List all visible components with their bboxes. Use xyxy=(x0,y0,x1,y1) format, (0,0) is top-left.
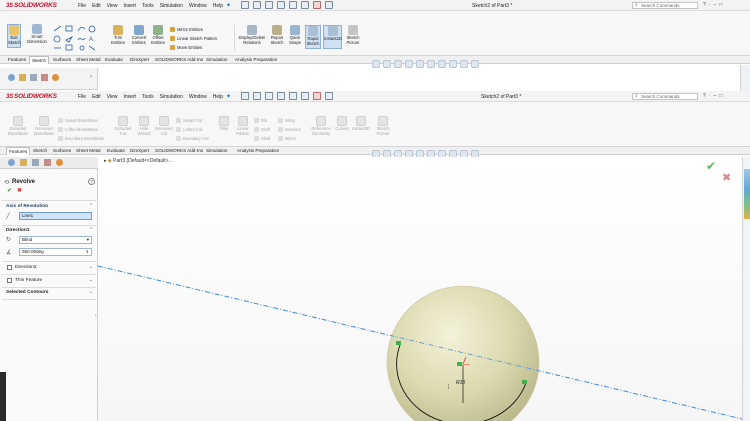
end-condition-select[interactable]: Blind ▾ xyxy=(19,236,92,244)
revolve-property-manager: ⟲ Revolve ? ✔ ✖ Axis of Revolution ⌃ ╱ L… xyxy=(0,169,98,421)
axis-of-revolution-header[interactable]: Axis of Revolution xyxy=(6,204,48,209)
divider xyxy=(2,200,96,201)
ok-button[interactable]: ✔ xyxy=(7,187,12,194)
task-pane-tabs[interactable] xyxy=(744,169,750,219)
axis-selection-field[interactable]: Line1 xyxy=(19,212,92,220)
chevron-up-icon[interactable]: ⌃ xyxy=(89,203,93,209)
model-view: ¦ R10 xyxy=(97,265,743,421)
screen-edge xyxy=(0,372,6,421)
angle-input[interactable]: 360.00deg ⇕ xyxy=(19,248,92,256)
cancel-button[interactable]: ✖ xyxy=(17,187,22,194)
chevron-down-icon[interactable]: ⌄ xyxy=(89,289,93,295)
chevron-down-icon[interactable]: ⌄ xyxy=(89,277,93,283)
thin-feature-checkbox[interactable] xyxy=(7,278,12,283)
divider xyxy=(2,287,96,288)
divider xyxy=(2,274,96,275)
help-icon[interactable]: ? xyxy=(88,178,95,185)
origin-mark-glyph: ¦ xyxy=(448,384,449,390)
center-handle[interactable] xyxy=(457,362,462,366)
panel-collapse-handle[interactable]: ‹ xyxy=(95,313,97,319)
direction1-header[interactable]: Direction1 xyxy=(6,228,29,233)
chevron-up-icon[interactable]: ⌃ xyxy=(89,227,93,233)
direction2-checkbox[interactable] xyxy=(7,265,12,270)
configuration-tab-icon[interactable] xyxy=(32,159,39,166)
endpoint-handle-right[interactable] xyxy=(522,380,527,384)
reverse-direction-icon[interactable]: ↻ xyxy=(6,236,11,243)
dimxpert-tab-icon[interactable] xyxy=(44,159,51,166)
dropdown-arrow-icon: ▾ xyxy=(86,237,89,242)
display-manager-tab-icon[interactable] xyxy=(56,159,63,166)
direction2-label: Direction2 xyxy=(15,265,37,270)
revolve-feature-icon: ⟲ xyxy=(4,180,10,186)
spinner-icon[interactable]: ⇕ xyxy=(86,249,89,255)
divider xyxy=(2,225,96,226)
axis-line-icon: ╱ xyxy=(6,214,10,220)
task-pane xyxy=(742,157,750,421)
endpoint-handle-left[interactable] xyxy=(396,341,401,345)
divider xyxy=(2,261,96,262)
property-manager-title: Revolve xyxy=(12,179,36,185)
feature-manager-tab-icon[interactable] xyxy=(8,159,15,166)
radius-dimension-text[interactable]: R10 xyxy=(456,380,465,386)
property-manager-tab-icon[interactable] xyxy=(20,159,27,166)
panel-tab-strip xyxy=(0,157,98,169)
divider xyxy=(2,299,96,300)
chevron-down-icon[interactable]: ⌄ xyxy=(89,264,93,270)
angle-icon: ∡ xyxy=(6,250,12,256)
selected-contours-header[interactable]: Selected Contours xyxy=(6,290,48,295)
thin-feature-label: Thin Feature xyxy=(15,278,43,283)
panel-tab-icons xyxy=(8,159,63,166)
